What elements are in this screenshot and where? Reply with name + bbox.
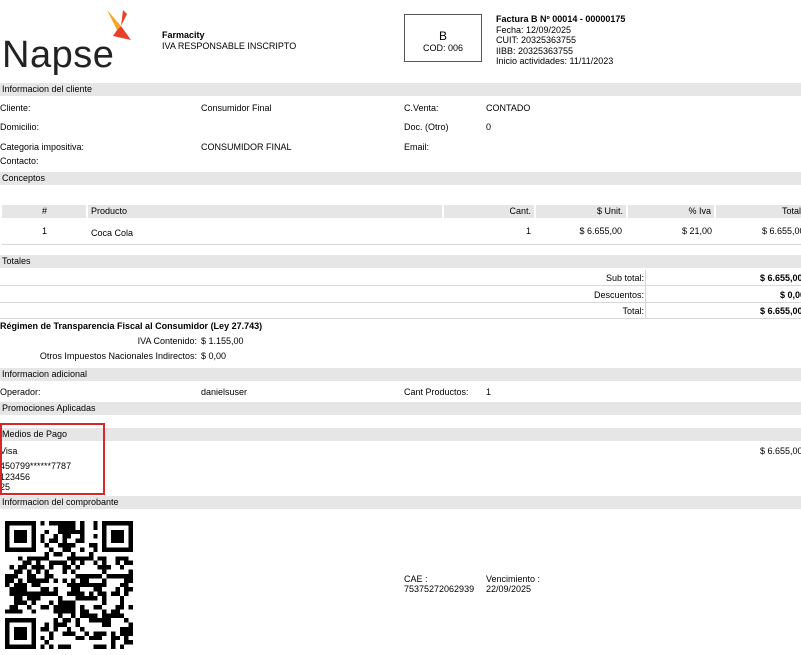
col-header-num: # bbox=[2, 205, 86, 218]
section-conceptos: Conceptos bbox=[0, 172, 801, 185]
col-header-iva: % Iva bbox=[628, 205, 714, 218]
col-header-total: Total bbox=[716, 205, 801, 218]
invoice-code: COD: 006 bbox=[422, 43, 464, 53]
totals-divider-3 bbox=[0, 318, 801, 319]
section-totales-title: Totales bbox=[2, 256, 31, 266]
cae-value: 75375272062939 bbox=[404, 584, 475, 594]
section-promociones-title: Promociones Aplicadas bbox=[2, 403, 96, 413]
invoice-title: Factura B Nº 00014 - 00000175 bbox=[496, 14, 626, 24]
logo-text: Napse bbox=[2, 34, 115, 76]
categoria-label: Categoria impositiva: bbox=[0, 142, 85, 152]
row-divider bbox=[2, 244, 801, 245]
regimen-title: Régimen de Transparencia Fiscal al Consu… bbox=[0, 321, 263, 331]
cliente-value: Consumidor Final bbox=[201, 103, 272, 113]
row-unit: $ 6.655,00 bbox=[579, 226, 622, 236]
col-header-total-label: Total bbox=[781, 206, 801, 216]
cventa-value: CONTADO bbox=[486, 103, 531, 113]
email-label: Email: bbox=[404, 142, 430, 152]
section-adicional-title: Informacion adicional bbox=[2, 369, 88, 379]
totals-col-divider bbox=[645, 270, 646, 318]
total-label: Total: bbox=[622, 306, 644, 316]
row-num: 1 bbox=[42, 226, 48, 236]
payment-highlight-box bbox=[0, 423, 105, 495]
cant-productos-value: 1 bbox=[486, 387, 492, 397]
regimen-otros-value: $ 0,00 bbox=[201, 351, 227, 361]
descuentos-label: Descuentos: bbox=[593, 290, 644, 300]
doc-label: Doc. (Otro) bbox=[404, 122, 449, 132]
section-medios: Medios de Pago bbox=[0, 428, 801, 441]
col-header-num-label: # bbox=[42, 206, 48, 216]
col-header-producto: Producto bbox=[88, 205, 442, 218]
brand-logo: Napse bbox=[0, 6, 140, 78]
subtotal-label: Sub total: bbox=[605, 273, 644, 283]
invoice-details: Factura B Nº 00014 - 00000175 Fecha: 12/… bbox=[496, 14, 625, 67]
doc-value: 0 bbox=[486, 122, 492, 132]
row-iva: $ 21,00 bbox=[681, 226, 712, 236]
categoria-value: CONSUMIDOR FINAL bbox=[201, 142, 292, 152]
col-header-producto-label: Producto bbox=[91, 206, 128, 216]
section-cliente-title: Informacion del cliente bbox=[2, 84, 93, 94]
vencimiento-label: Vencimiento : bbox=[486, 574, 541, 584]
totals-divider-1 bbox=[0, 285, 801, 286]
row-producto: Coca Cola bbox=[91, 228, 134, 238]
qr-code-icon bbox=[5, 521, 133, 649]
invoice-type-box: B COD: 006 bbox=[404, 14, 482, 62]
invoice-letter: B bbox=[438, 29, 447, 43]
operador-value: danielsuser bbox=[201, 387, 248, 397]
cae-label: CAE : bbox=[404, 574, 428, 584]
operador-label: Operador: bbox=[0, 387, 41, 397]
cventa-label: C.Venta: bbox=[404, 103, 439, 113]
cliente-label: Cliente: bbox=[0, 103, 31, 113]
section-comprobante: Informacion del comprobante bbox=[0, 496, 801, 509]
cant-productos-label: Cant Productos: bbox=[404, 387, 469, 397]
logo-mark-icon bbox=[107, 10, 131, 40]
invoice-inicio: Inicio actividades: 11/11/2023 bbox=[496, 56, 614, 66]
regimen-iva-label: IVA Contenido: bbox=[137, 336, 197, 346]
descuentos-value: $ 0,00 bbox=[780, 290, 801, 300]
col-header-unit-label: $ Unit. bbox=[596, 206, 623, 216]
regimen-otros-label: Otros Impuestos Nacionales Indirectos: bbox=[39, 351, 197, 361]
vencimiento-value: 22/09/2025 bbox=[486, 584, 532, 594]
subtotal-value: $ 6.655,00 bbox=[760, 273, 801, 283]
col-header-cant: Cant. bbox=[444, 205, 534, 218]
section-conceptos-title: Conceptos bbox=[2, 173, 46, 183]
company-name: Farmacity bbox=[162, 30, 205, 40]
section-adicional: Informacion adicional bbox=[0, 368, 801, 381]
payment-amount: $ 6.655,00 bbox=[760, 446, 801, 456]
total-value: $ 6.655,00 bbox=[760, 306, 801, 316]
invoice-cuit: CUIT: 20325363755 bbox=[496, 35, 577, 45]
section-cliente: Informacion del cliente bbox=[0, 83, 801, 96]
row-total: $ 6.655,00 bbox=[762, 226, 801, 236]
totals-divider-2 bbox=[0, 302, 801, 303]
contacto-label: Contacto: bbox=[0, 156, 39, 166]
regimen-iva-value: $ 1.155,00 bbox=[201, 336, 244, 346]
invoice-date: Fecha: 12/09/2025 bbox=[496, 24, 572, 35]
section-promociones: Promociones Aplicadas bbox=[0, 402, 801, 415]
col-header-iva-label: % Iva bbox=[688, 206, 711, 216]
row-cant: 1 bbox=[525, 226, 531, 236]
section-totales: Totales bbox=[0, 255, 801, 268]
section-comprobante-title: Informacion del comprobante bbox=[2, 497, 119, 507]
domicilio-label: Domicilio: bbox=[0, 122, 40, 132]
col-header-unit: $ Unit. bbox=[536, 205, 626, 218]
company-iva: IVA RESPONSABLE INSCRIPTO bbox=[162, 41, 297, 51]
col-header-cant-label: Cant. bbox=[509, 206, 531, 216]
invoice-iibb: IIBB: 20325363755 bbox=[496, 45, 574, 56]
